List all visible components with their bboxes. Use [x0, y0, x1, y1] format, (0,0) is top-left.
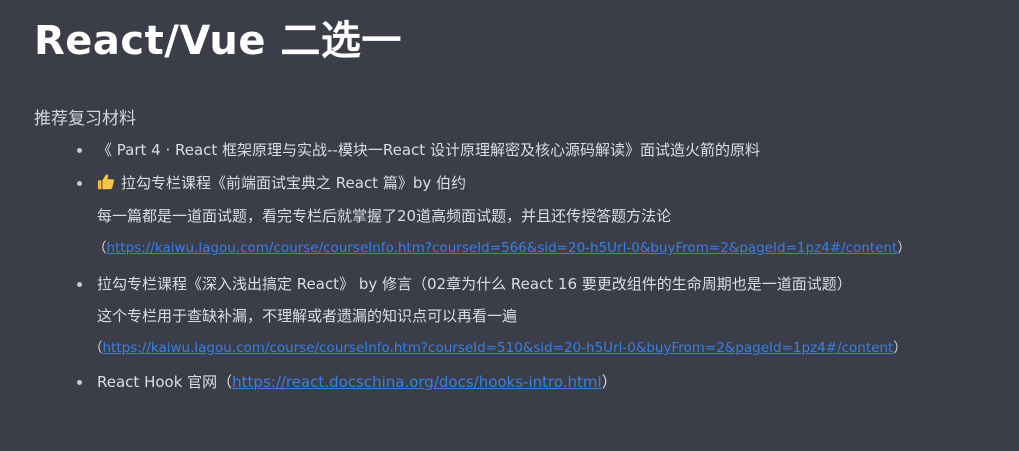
bullet-dot	[77, 181, 82, 186]
list-item-line: React Hook 官网（https://react.docschina.or…	[97, 372, 617, 392]
open-paren: （	[89, 340, 103, 356]
bullet-dot	[77, 380, 82, 385]
lagou-react-deep-dive-link[interactable]: https://kaiwu.lagou.com/course/courseInf…	[103, 340, 894, 356]
bullet-dot	[77, 282, 82, 287]
section-heading: 推荐复习材料	[34, 109, 136, 129]
list-item-text: 《 Part 4 · React 框架原理与实战--模块一React 设计原理解…	[97, 141, 760, 159]
list-item-line: 拉勾专栏课程《前端面试宝典之 React 篇》by 伯约	[97, 173, 466, 193]
slide: React/Vue 二选一 推荐复习材料 《 Part 4 · React 框架…	[0, 0, 1019, 451]
open-paren: （	[93, 240, 107, 256]
bullet-dot	[77, 148, 82, 153]
close-paren: ）	[601, 373, 617, 391]
list-item-text: 拉勾专栏课程《前端面试宝典之 React 篇》by 伯约	[121, 174, 467, 192]
slide-title: React/Vue 二选一	[34, 18, 402, 64]
list-item-subtext: 每一篇都是一道面试题，看完专栏后就掌握了20道高频面试题，并且还传授答题方法论	[97, 207, 672, 225]
close-paren: ）	[893, 340, 907, 356]
list-item-link-line: （https://kaiwu.lagou.com/course/courseIn…	[89, 338, 907, 358]
react-hooks-docs-link[interactable]: https://react.docschina.org/docs/hooks-i…	[232, 373, 602, 391]
list-item-link-line: （https://kaiwu.lagou.com/course/courseIn…	[93, 238, 911, 258]
lagou-react-interview-link[interactable]: https://kaiwu.lagou.com/course/courseInf…	[107, 240, 898, 256]
close-paren: ）	[897, 240, 911, 256]
list-item-text: 拉勾专栏课程《深入浅出搞定 React》 by 修言（02章为什么 React …	[97, 275, 852, 293]
thumbs-up-icon	[97, 174, 115, 190]
list-item-text: React Hook 官网（	[97, 373, 233, 391]
list-item-subtext: 这个专栏用于查缺补漏，不理解或者遗漏的知识点可以再看一遍	[97, 307, 518, 325]
